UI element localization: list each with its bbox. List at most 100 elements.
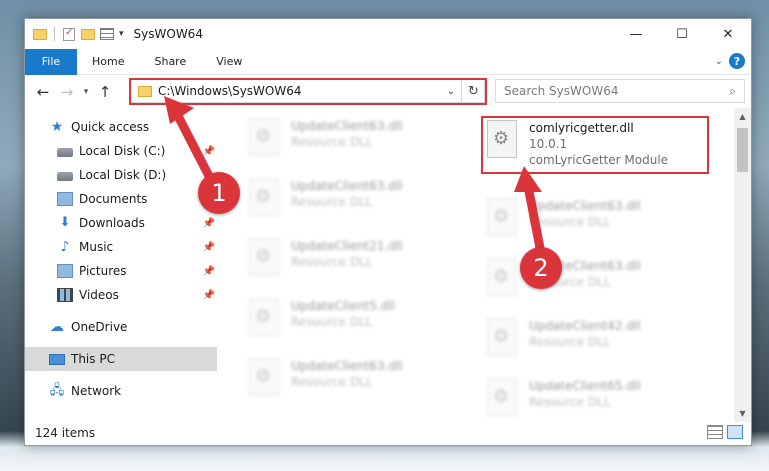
sidebar-item-network[interactable]: 🖧 Network (25, 379, 217, 403)
customize-toolbar-chevron-icon[interactable]: ▾ (119, 29, 124, 39)
pin-icon[interactable]: 📌 (203, 242, 215, 253)
dll-file-icon: ⚙ (483, 376, 521, 420)
dll-file-icon: ⚙ (483, 256, 521, 300)
file-tile[interactable]: ⚙ UpdateClient63.dll Resource DLL (245, 116, 475, 170)
file-name: UpdateClient63.dll (529, 199, 641, 213)
onedrive-icon: ☁ (50, 319, 64, 335)
ribbon-tabs: File Home Share View ⌄ ? (25, 48, 751, 75)
help-icon[interactable]: ? (729, 53, 745, 69)
sidebar-item-music[interactable]: ♪ Music 📌 (25, 235, 215, 259)
sidebar-item-local-disk-d[interactable]: Local Disk (D:) (25, 163, 217, 187)
maximize-button[interactable]: ☐ (659, 19, 705, 49)
step1-badge: 1 (198, 172, 240, 214)
back-arrow-icon[interactable]: ← (31, 80, 55, 104)
recent-locations-chevron-icon[interactable]: ▾ (79, 87, 93, 97)
large-icons-view-icon[interactable] (727, 425, 743, 439)
refresh-icon[interactable]: ↻ (461, 79, 485, 103)
sidebar-item-documents[interactable]: Documents 📌 (25, 187, 215, 211)
file-tile[interactable]: ⚙ UpdateClient21.dll Resource DLL (245, 236, 475, 290)
sidebar-item-videos[interactable]: Videos 📌 (25, 283, 215, 307)
file-type: Resource DLL (291, 375, 373, 389)
file-type: Resource DLL (291, 255, 373, 269)
search-box[interactable]: Search SysWOW64 ⌕ (495, 79, 745, 103)
expand-ribbon-chevron-icon[interactable]: ⌄ (715, 56, 723, 67)
pin-icon[interactable]: 📌 (203, 266, 215, 277)
vertical-scrollbar[interactable]: ▲ ▼ (734, 108, 751, 422)
music-icon: ♪ (60, 239, 70, 255)
search-input[interactable]: Search SysWOW64 (504, 84, 618, 98)
sidebar-item-downloads[interactable]: ⬇ Downloads 📌 (25, 211, 215, 235)
navigation-bar: ← → ▾ ↑ C:\Windows\SysWOW64 ⌄ ↻ Search S… (25, 76, 751, 108)
file-tile[interactable]: ⚙ UpdateClient5.dll Resource DLL (245, 296, 475, 350)
pin-icon[interactable]: 📌 (203, 218, 215, 229)
view-toggle (707, 425, 743, 439)
file-tile[interactable]: ⚙ UpdateClient63.dll Resource DLL (483, 256, 713, 310)
address-dropdown-chevron-icon[interactable]: ⌄ (444, 86, 458, 97)
star-icon: ★ (50, 119, 64, 135)
minimize-button[interactable]: — (613, 19, 659, 49)
window-title: SysWOW64 (133, 27, 203, 41)
file-version: 10.0.1 (529, 137, 568, 151)
file-type: Resource DLL (529, 335, 611, 349)
file-list: ⚙ UpdateClient63.dll Resource DLL ⚙ Updat… (217, 108, 735, 420)
file-tile[interactable]: ⚙ UpdateClient63.dll Resource DLL (245, 356, 475, 410)
file-name: UpdateClient21.dll (291, 239, 403, 253)
sidebar-item-this-pc[interactable]: This PC (25, 347, 217, 371)
file-tile-comlyricgetter[interactable]: ⚙ comlyricgetter.dll 10.0.1 comLyricGett… (483, 118, 713, 172)
properties-icon[interactable] (62, 27, 76, 41)
title-bar: ▾ SysWOW64 — ☐ ✕ (25, 19, 751, 49)
tab-file[interactable]: File (25, 48, 77, 75)
sidebar-item-label: Local Disk (D:) (79, 168, 167, 182)
file-name: UpdateClient63.dll (291, 119, 403, 133)
dll-file-icon: ⚙ (245, 116, 283, 160)
step2-badge: 2 (520, 247, 562, 289)
file-type: Resource DLL (291, 315, 373, 329)
address-bar[interactable]: C:\Windows\SysWOW64 ⌄ (129, 79, 485, 103)
tab-view[interactable]: View (201, 49, 257, 75)
pc-icon (49, 353, 65, 365)
dll-file-icon: ⚙ (245, 236, 283, 280)
file-description: comLyricGetter Module (529, 153, 669, 167)
pin-icon[interactable]: 📌 (203, 290, 215, 301)
toolbar-divider (54, 27, 55, 41)
sidebar-item-label: Downloads (79, 216, 145, 230)
scroll-down-arrow-icon[interactable]: ▼ (734, 405, 751, 422)
disk-icon (57, 147, 73, 157)
details-view-icon[interactable] (707, 425, 723, 439)
disk-icon (57, 171, 73, 181)
folder-icon (33, 27, 47, 41)
sidebar-item-pictures[interactable]: Pictures 📌 (25, 259, 215, 283)
close-button[interactable]: ✕ (705, 19, 751, 49)
scrollbar-thumb[interactable] (737, 128, 748, 172)
address-path[interactable]: C:\Windows\SysWOW64 (158, 84, 444, 98)
address-folder-icon (138, 85, 152, 97)
sidebar-item-label: Pictures (79, 264, 127, 278)
search-icon[interactable]: ⌕ (729, 84, 736, 99)
up-arrow-icon[interactable]: ↑ (93, 80, 117, 104)
sidebar-item-quick-access[interactable]: ★ Quick access (25, 115, 217, 139)
pin-icon[interactable]: 📌 (203, 146, 215, 157)
file-name: UpdateClient63.dll (291, 179, 403, 193)
view-options-icon[interactable] (100, 27, 114, 41)
network-icon: 🖧 (49, 383, 65, 398)
sidebar-item-label: This PC (71, 352, 115, 366)
forward-arrow-icon[interactable]: → (55, 80, 79, 104)
dll-file-icon: ⚙ (245, 176, 283, 220)
dll-file-icon: ⚙ (483, 196, 521, 240)
sidebar-item-local-disk-c[interactable]: Local Disk (C:) 📌 (25, 139, 215, 163)
file-name: UpdateClient65.dll (529, 379, 641, 393)
sidebar-item-label: Quick access (71, 120, 150, 134)
file-tile[interactable]: ⚙ UpdateClient42.dll Resource DLL (483, 316, 713, 370)
sidebar-item-onedrive[interactable]: ☁ OneDrive (25, 315, 217, 339)
tab-share[interactable]: Share (139, 49, 201, 75)
file-name: UpdateClient42.dll (529, 319, 641, 333)
file-tile[interactable]: ⚙ UpdateClient63.dll Resource DLL (483, 196, 713, 250)
ribbon-right-controls: ⌄ ? (715, 53, 745, 69)
file-tile[interactable]: ⚙ UpdateClient63.dll Resource DLL (245, 176, 475, 230)
scroll-up-arrow-icon[interactable]: ▲ (734, 108, 751, 125)
new-folder-icon[interactable] (81, 27, 95, 41)
file-type: Resource DLL (291, 195, 373, 209)
file-tile[interactable]: ⚙ UpdateClient65.dll Resource DLL (483, 376, 713, 420)
sidebar-item-label: Local Disk (C:) (79, 144, 166, 158)
tab-home[interactable]: Home (77, 49, 139, 75)
